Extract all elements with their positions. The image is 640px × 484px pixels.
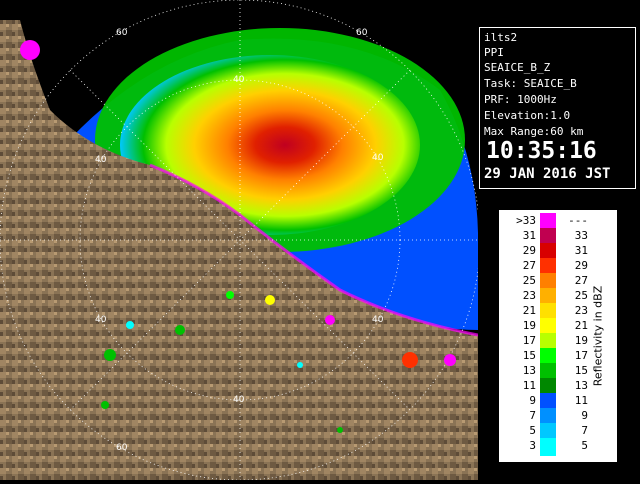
range-label: 40 [372, 153, 384, 163]
legend-lower-bound: 19 [522, 319, 536, 332]
legend-lower-bound: 17 [522, 334, 536, 347]
radar-ppi-view: 60 40 60 40 40 40 40 60 40 [0, 0, 478, 480]
range-label: 60 [116, 443, 128, 453]
range-label: 40 [233, 395, 245, 405]
station-name: ilts2 [484, 31, 518, 44]
legend-lower-bound: 25 [522, 274, 536, 287]
legend-upper-bound: --- [568, 214, 588, 227]
legend-swatch [540, 438, 556, 456]
legend-lower-bound: 29 [522, 244, 536, 257]
legend-upper-bound: 33 [574, 229, 588, 242]
legend-upper-bound: 31 [574, 244, 588, 257]
legend-lower-bound: 15 [522, 349, 536, 362]
legend-lower-bound: 7 [529, 409, 536, 422]
max-range-value: Max Range:60 km [484, 125, 584, 138]
field-name: SEAICE_B_Z [484, 61, 551, 74]
legend-lower-bound: 27 [522, 259, 536, 272]
legend-upper-bound: 15 [574, 364, 588, 377]
prf-value: PRF: 1000Hz [484, 93, 557, 106]
legend-upper-bound: 5 [581, 439, 588, 452]
legend-lower-bound: 5 [529, 424, 536, 437]
legend-upper-bound: 19 [574, 334, 588, 347]
range-label: 60 [116, 28, 128, 38]
legend-lower-bound: 13 [522, 364, 536, 377]
range-label: 40 [95, 155, 107, 165]
legend-upper-bound: 17 [574, 349, 588, 362]
legend-lower-bound: 31 [522, 229, 536, 242]
scan-date: 29 JAN 2016 JST [484, 166, 611, 182]
radar-map-svg: 60 40 60 40 40 40 40 60 40 [0, 0, 478, 480]
legend-upper-bound: 13 [574, 379, 588, 392]
range-label: 40 [233, 75, 245, 85]
legend-lower-bound: 21 [522, 304, 536, 317]
scan-time: 10:35:16 [486, 138, 597, 164]
range-label: 40 [95, 315, 107, 325]
legend-upper-bound: 29 [574, 259, 588, 272]
legend-upper-bound: 7 [581, 424, 588, 437]
legend-lower-bound: 9 [529, 394, 536, 407]
legend-lower-bound: >33 [516, 214, 536, 227]
range-label: 40 [372, 315, 384, 325]
reflectivity-legend: >33 --- 31 33 29 31 27 29 25 27 23 25 21 23 19 21 17 19 15… [499, 210, 617, 462]
legend-upper-bound: 25 [574, 289, 588, 302]
task-name: Task: SEAICE_B [484, 77, 577, 90]
legend-lower-bound: 3 [529, 439, 536, 452]
legend-lower-bound: 23 [522, 289, 536, 302]
legend-title: Reflectivity in dBZ [591, 285, 605, 387]
legend-lower-bound: 11 [522, 379, 536, 392]
legend-upper-bound: 27 [574, 274, 588, 287]
info-panel: ilts2 PPI SEAICE_B_Z Task: SEAICE_B PRF:… [479, 27, 636, 189]
legend-upper-bound: 21 [574, 319, 588, 332]
legend-upper-bound: 23 [574, 304, 588, 317]
range-label: 60 [356, 28, 368, 38]
elevation-value: Elevation:1.0 [484, 109, 571, 122]
legend-upper-bound: 11 [574, 394, 588, 407]
legend-upper-bound: 9 [581, 409, 588, 422]
product-name: PPI [484, 46, 504, 59]
